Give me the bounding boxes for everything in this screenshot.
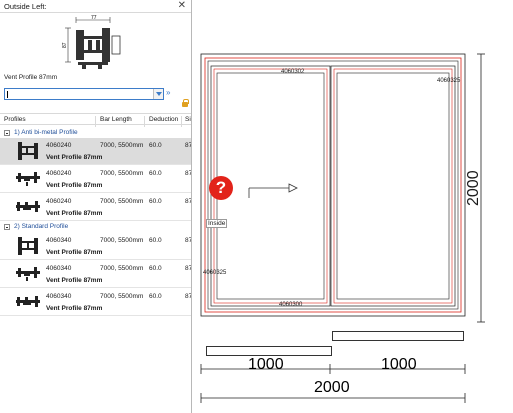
profile-panel: Outside Left: ✕ 77 87 Vent Profile 87mm … [0, 0, 192, 413]
column-bar-length[interactable]: Bar Length [100, 116, 132, 123]
profile-name: Vent Profile 87mm [46, 249, 103, 256]
profile-name: Vent Profile 87mm [46, 154, 103, 161]
lock-icon[interactable] [182, 99, 189, 107]
profile-code: 4060340 [46, 237, 72, 244]
top-profile-label[interactable]: 4060302 [281, 69, 304, 75]
right-profile-label[interactable]: 4060325 [437, 78, 460, 84]
group-label: 1) Anti bi-metal Profile [14, 129, 78, 136]
deduction: 60.0 [149, 170, 162, 177]
text-cursor [7, 91, 8, 98]
column-divider[interactable] [144, 116, 145, 127]
group-standard-profile[interactable]: 2) Standard Profile [0, 222, 191, 232]
panel-title: Outside Left: [4, 2, 47, 11]
profile-code: 4060340 [46, 265, 72, 272]
panel-title-bar: Outside Left: ✕ [0, 0, 191, 13]
column-size[interactable]: Si [185, 116, 191, 123]
inside-label: Inside [206, 219, 228, 228]
height-dimension[interactable]: 2000 [465, 170, 483, 206]
table-row[interactable]: 4060240 7000, 5500mm 60.0 87 Vent Profil… [0, 194, 192, 221]
bar-length: 7000, 5500mm [100, 293, 144, 300]
table-row[interactable]: 4060240 7000, 5500mm 60.0 87 Vent Profil… [0, 138, 192, 165]
profile-table-header: Profiles Bar Length Deduction Si [0, 113, 191, 127]
column-divider[interactable] [181, 116, 182, 127]
bar-length: 7000, 5500mm [100, 198, 144, 205]
expand-chevron-icon[interactable]: » [166, 88, 170, 97]
size: 87 [185, 237, 192, 244]
bar-length: 7000, 5500mm [100, 237, 144, 244]
profile-thumbnail-icon [18, 142, 38, 160]
size: 87 [185, 198, 192, 205]
bar-length: 7000, 5500mm [100, 170, 144, 177]
deduction: 60.0 [149, 265, 162, 272]
drawing-canvas[interactable]: 4060302 4060325 4060325 4060300 Inside ?… [193, 0, 513, 413]
column-divider[interactable] [95, 116, 96, 127]
question-mark-icon[interactable]: ? [209, 176, 233, 200]
dropdown-arrow-icon[interactable] [153, 89, 163, 99]
size: 87 [185, 265, 192, 272]
profile-name: Vent Profile 87mm [46, 210, 103, 217]
left-pane-width-dimension[interactable]: 1000 [248, 356, 284, 374]
bar-length: 7000, 5500mm [100, 265, 144, 272]
collapse-icon[interactable] [4, 224, 10, 230]
profile-code: 4060240 [46, 198, 72, 205]
preview-dimension-top: 77 [91, 15, 97, 21]
table-row[interactable]: 4060340 7000, 5500mm 60.0 87 Vent Profil… [0, 261, 192, 288]
table-row[interactable]: 4060340 7000, 5500mm 60.0 87 Vent Profil… [0, 289, 192, 316]
deduction: 60.0 [149, 198, 162, 205]
size: 87 [185, 170, 192, 177]
profile-preview: 77 87 [58, 14, 130, 72]
profile-thumbnail-icon [16, 201, 40, 212]
deduction: 60.0 [149, 142, 162, 149]
total-width-dimension[interactable]: 2000 [314, 379, 350, 397]
group-label: 2) Standard Profile [14, 223, 69, 230]
table-row[interactable]: 4060240 7000, 5500mm 60.0 87 Vent Profil… [0, 166, 192, 193]
profile-name: Vent Profile 87mm [46, 305, 103, 312]
profile-thumbnail-icon [16, 296, 40, 307]
group-anti-bimetal[interactable]: 1) Anti bi-metal Profile [0, 128, 191, 138]
bottom-profile-label[interactable]: 4060300 [279, 302, 302, 308]
table-row[interactable]: 4060340 7000, 5500mm 60.0 87 Vent Profil… [0, 233, 192, 260]
column-deduction[interactable]: Deduction [149, 116, 178, 123]
profile-search-combobox[interactable] [4, 88, 164, 100]
size: 87 [185, 142, 192, 149]
deduction: 60.0 [149, 293, 162, 300]
preview-caption: Vent Profile 87mm [4, 74, 58, 81]
bar-length: 7000, 5500mm [100, 142, 144, 149]
column-profiles[interactable]: Profiles [4, 116, 26, 123]
right-pane-width-dimension[interactable]: 1000 [381, 356, 417, 374]
profile-code: 4060340 [46, 293, 72, 300]
profile-name: Vent Profile 87mm [46, 182, 103, 189]
profile-code: 4060240 [46, 170, 72, 177]
preview-dimension-side: 87 [62, 42, 68, 48]
close-icon[interactable]: ✕ [178, 0, 186, 11]
size: 87 [185, 293, 192, 300]
profile-thumbnail-icon [18, 237, 38, 255]
profile-name: Vent Profile 87mm [46, 277, 103, 284]
profile-thumbnail-icon [16, 267, 40, 281]
right-pane-bar[interactable] [332, 331, 464, 341]
profile-thumbnail-icon [16, 172, 40, 186]
deduction: 60.0 [149, 237, 162, 244]
left-pane-bar[interactable] [206, 346, 332, 356]
collapse-icon[interactable] [4, 130, 10, 136]
left-profile-label[interactable]: 4060325 [203, 270, 226, 276]
profile-code: 4060240 [46, 142, 72, 149]
